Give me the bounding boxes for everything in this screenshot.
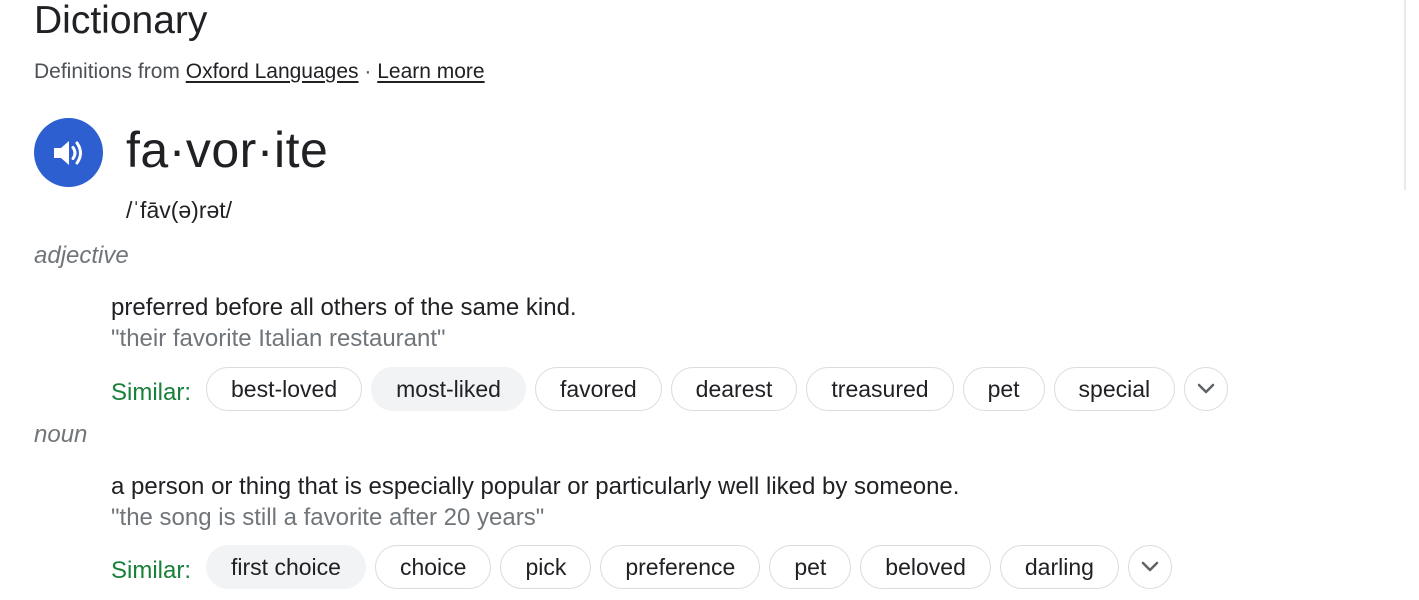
page-title: Dictionary — [34, 0, 208, 42]
similar-chip[interactable]: choice — [374, 545, 492, 589]
example-noun: "the song is still a favorite after 20 y… — [111, 504, 545, 531]
similar-chip[interactable]: pet — [769, 545, 852, 589]
dictionary-card: Dictionary Definitions from Oxford Langu… — [0, 0, 1419, 600]
expand-similar-button[interactable] — [1127, 545, 1172, 589]
learn-more-link[interactable]: Learn more — [377, 60, 484, 83]
similar-chip[interactable]: most-liked — [371, 367, 526, 411]
part-of-speech-noun: noun — [34, 421, 88, 448]
example-adjective: "their favorite Italian restaurant" — [111, 325, 446, 352]
phonetic-spelling: /ˈfāv(ə)rət/ — [126, 197, 233, 223]
similar-chip[interactable]: first choice — [206, 545, 366, 589]
definition-adjective: preferred before all others of the same … — [111, 294, 577, 321]
similar-chip[interactable]: special — [1053, 367, 1176, 411]
oxford-languages-link[interactable]: Oxford Languages — [186, 60, 359, 83]
similar-chip[interactable]: beloved — [860, 545, 991, 589]
similar-row-adjective: Similar: best-loved most-liked favored d… — [111, 366, 1229, 412]
similar-chip[interactable]: favored — [534, 367, 662, 411]
similar-chip[interactable]: pet — [962, 367, 1045, 411]
chevron-down-icon — [1197, 383, 1215, 394]
speaker-icon — [53, 140, 82, 165]
similar-label: Similar: — [111, 379, 192, 406]
similar-chip[interactable]: dearest — [670, 367, 798, 411]
similar-chip[interactable]: treasured — [806, 367, 954, 411]
separator: · — [364, 60, 372, 83]
part-of-speech-adjective: adjective — [34, 242, 129, 269]
pronunciation-speaker-button[interactable] — [34, 118, 103, 187]
source-line: Definitions from Oxford Languages · Lear… — [34, 59, 485, 85]
similar-label: Similar: — [111, 557, 192, 584]
expand-similar-button[interactable] — [1184, 367, 1229, 411]
similar-chip[interactable]: pick — [500, 545, 592, 589]
divider — [1404, 0, 1406, 190]
chevron-down-icon — [1141, 561, 1159, 572]
headword: fa·vor·ite — [126, 122, 329, 178]
similar-chip[interactable]: best-loved — [206, 367, 363, 411]
source-prefix: Definitions from — [34, 60, 180, 83]
definition-noun: a person or thing that is especially pop… — [111, 473, 960, 500]
similar-chip[interactable]: darling — [999, 545, 1119, 589]
similar-chip[interactable]: preference — [600, 545, 761, 589]
similar-row-noun: Similar: first choice choice pick prefer… — [111, 544, 1172, 590]
